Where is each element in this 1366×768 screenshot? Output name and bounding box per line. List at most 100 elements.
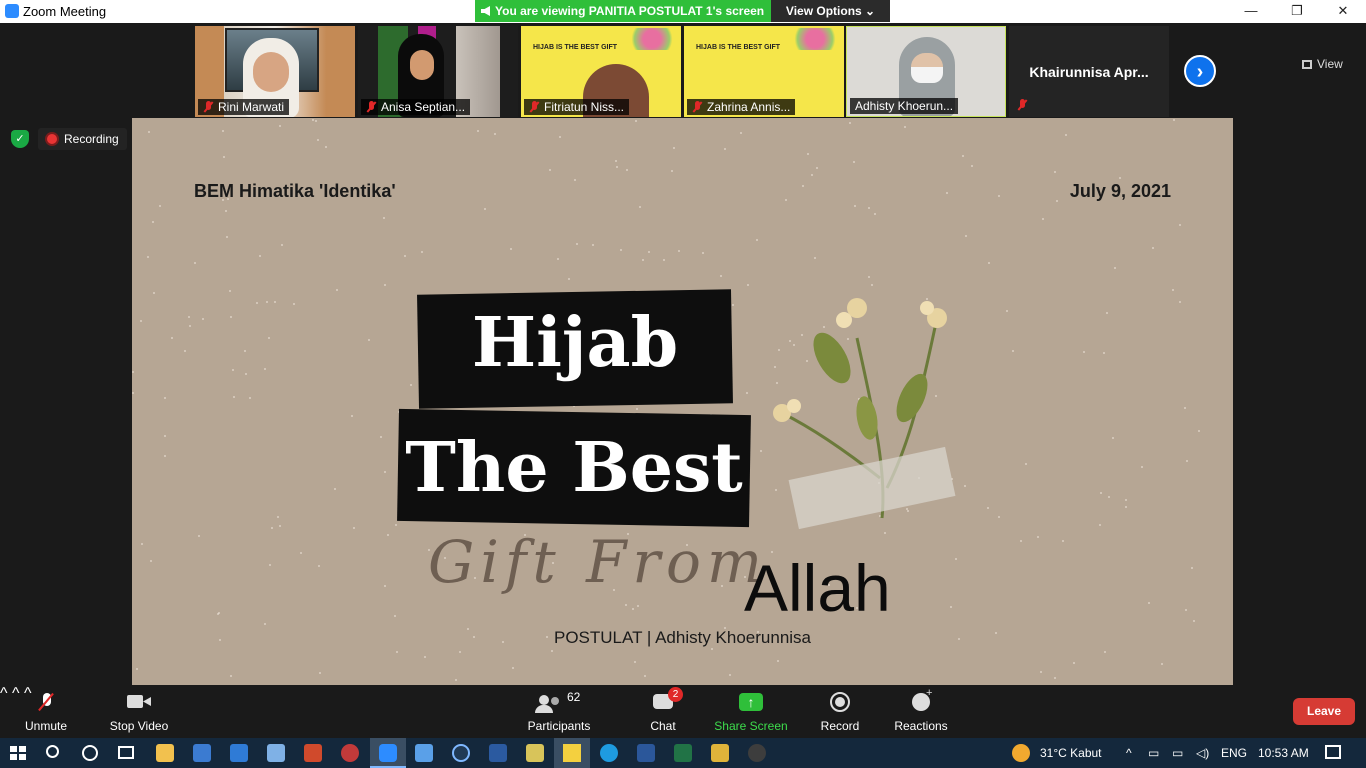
window-title: Zoom Meeting: [23, 4, 107, 19]
clock[interactable]: 10:53 AM: [1258, 746, 1309, 760]
stop-video-button[interactable]: Stop Video: [106, 691, 172, 733]
app-icon[interactable]: [341, 744, 359, 762]
app-icon[interactable]: [415, 744, 433, 762]
paper-speck: [318, 565, 321, 568]
edge-icon[interactable]: [600, 744, 618, 762]
paper-speck: [141, 543, 144, 546]
unmute-button[interactable]: Unmute: [22, 691, 70, 733]
file-explorer-icon[interactable]: [156, 744, 174, 762]
paper-speck: [229, 316, 232, 319]
recording-indicator[interactable]: Recording: [38, 128, 127, 150]
next-page-button[interactable]: ›: [1184, 55, 1216, 87]
paper-speck: [663, 258, 666, 261]
search-icon[interactable]: [46, 745, 59, 758]
task-view-icon[interactable]: [118, 746, 134, 759]
slide-thumbnail-text: HIJAB IS THE BEST GIFT: [696, 44, 781, 51]
participant-thumb[interactable]: HIJAB IS THE BEST GIFT Fitriatun Niss...: [521, 26, 681, 117]
minimize-button[interactable]: —: [1228, 0, 1274, 23]
paper-speck: [641, 259, 644, 262]
paint-icon[interactable]: [267, 744, 285, 762]
sticky-notes-taskbar-button[interactable]: [554, 738, 590, 768]
view-layout-button[interactable]: View: [1302, 57, 1343, 71]
paper-speck: [367, 339, 370, 342]
paper-speck: [815, 166, 818, 169]
paper-speck: [904, 126, 907, 129]
powerpoint-icon[interactable]: [304, 744, 322, 762]
paper-speck: [232, 369, 235, 372]
paper-speck: [1099, 492, 1102, 495]
app-icon[interactable]: [711, 744, 729, 762]
video-options-caret[interactable]: ^: [12, 685, 20, 702]
slide-organization: BEM Himatika 'Identika': [194, 181, 396, 201]
paper-speck: [1037, 535, 1040, 538]
paper-speck: [710, 648, 713, 651]
app-icon[interactable]: [452, 744, 470, 762]
paper-speck: [164, 455, 167, 458]
network-icon[interactable]: ▭: [1148, 746, 1159, 760]
participant-thumb[interactable]: Rini Marwati: [195, 26, 355, 117]
view-options-button[interactable]: View Options ⌄: [771, 0, 890, 22]
paper-speck: [1102, 351, 1105, 354]
paper-speck: [1040, 671, 1043, 674]
paper-speck: [510, 248, 513, 251]
language-indicator[interactable]: ENG: [1221, 746, 1247, 760]
restore-button[interactable]: ❐: [1274, 0, 1320, 23]
zoom-taskbar-button[interactable]: [370, 738, 406, 768]
shared-screen-slide: BEM Himatika 'Identika' July 9, 2021 Hij…: [132, 118, 1233, 685]
windows-start-icon[interactable]: [10, 746, 26, 760]
notepad-icon[interactable]: [230, 744, 248, 762]
app-icon[interactable]: [193, 744, 211, 762]
paper-speck: [382, 216, 385, 219]
paper-speck: [225, 209, 228, 212]
paper-speck: [965, 235, 968, 238]
close-button[interactable]: ✕: [1320, 0, 1366, 23]
paper-speck: [614, 160, 617, 163]
paper-speck: [1172, 288, 1175, 291]
paper-speck: [720, 274, 723, 277]
app-icon[interactable]: [526, 744, 544, 762]
participant-thumb-active-speaker[interactable]: Adhisty Khoerun...: [846, 26, 1006, 117]
word-icon[interactable]: [637, 744, 655, 762]
paper-speck: [559, 135, 562, 138]
weather-text[interactable]: 31°C Kabut: [1040, 746, 1102, 760]
leave-meeting-button[interactable]: Leave: [1293, 698, 1355, 725]
paper-speck: [221, 129, 224, 132]
reactions-button[interactable]: + Reactions: [890, 687, 952, 733]
cortana-icon[interactable]: [82, 745, 98, 761]
paper-speck: [384, 284, 387, 287]
paper-speck: [393, 614, 396, 617]
battery-icon[interactable]: ▭: [1172, 746, 1183, 760]
excel-icon[interactable]: [674, 744, 692, 762]
paper-speck: [854, 204, 857, 207]
record-button[interactable]: Record: [816, 691, 864, 733]
notification-icon[interactable]: [1325, 745, 1341, 759]
paper-speck: [1104, 650, 1106, 653]
paper-speck: [1190, 566, 1193, 569]
weather-icon[interactable]: [1012, 744, 1030, 762]
recording-dot-icon: [47, 134, 57, 144]
chat-button[interactable]: 2 Chat: [640, 687, 686, 733]
share-screen-button[interactable]: ↑ Share Screen: [712, 691, 790, 733]
chevron-up-icon[interactable]: ^: [1126, 746, 1132, 760]
volume-icon[interactable]: ◁): [1196, 746, 1209, 760]
participant-name-tag: Anisa Septian...: [361, 99, 471, 115]
paper-speck: [1185, 460, 1188, 463]
participant-thumb[interactable]: HIJAB IS THE BEST GIFT Zahrina Annis...: [684, 26, 844, 117]
participants-button[interactable]: 62 Participants: [524, 690, 594, 733]
paper-speck: [333, 487, 336, 490]
encryption-shield-icon[interactable]: ✓: [11, 130, 29, 148]
paper-speck: [1118, 176, 1121, 179]
paper-speck: [150, 559, 153, 562]
paper-speck: [395, 651, 398, 654]
paper-speck: [512, 667, 515, 670]
participant-thumb[interactable]: Anisa Septian...: [358, 26, 518, 117]
app-icon[interactable]: [489, 744, 507, 762]
participant-face: [410, 50, 434, 80]
app-icon[interactable]: [748, 744, 766, 762]
participant-thumb[interactable]: Khairunnisa Apr...: [1009, 26, 1169, 117]
paper-speck: [409, 384, 412, 387]
audio-options-caret[interactable]: ^: [0, 685, 8, 702]
paper-speck: [1082, 350, 1085, 353]
paper-speck: [1064, 134, 1067, 137]
paper-speck: [550, 649, 553, 652]
